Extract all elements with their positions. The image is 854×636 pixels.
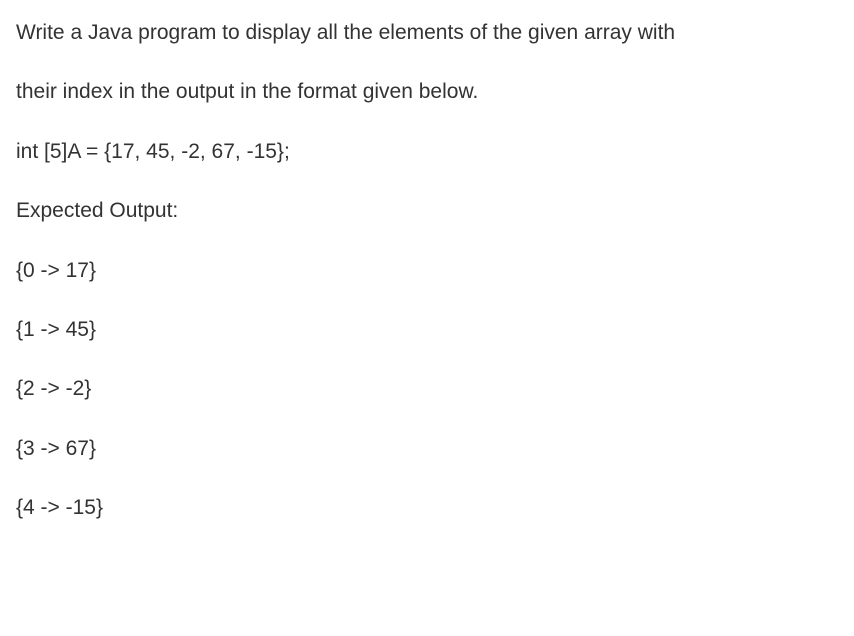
question-line-2: their index in the output in the format … <box>16 77 838 106</box>
output-line: {4 -> -15} <box>16 493 838 522</box>
expected-output-label: Expected Output: <box>16 196 838 225</box>
output-line: {3 -> 67} <box>16 434 838 463</box>
output-line: {2 -> -2} <box>16 374 838 403</box>
array-declaration: int [5]A = {17, 45, -2, 67, -15}; <box>16 137 838 166</box>
question-line-1: Write a Java program to display all the … <box>16 18 838 47</box>
output-line: {1 -> 45} <box>16 315 838 344</box>
output-line: {0 -> 17} <box>16 256 838 285</box>
